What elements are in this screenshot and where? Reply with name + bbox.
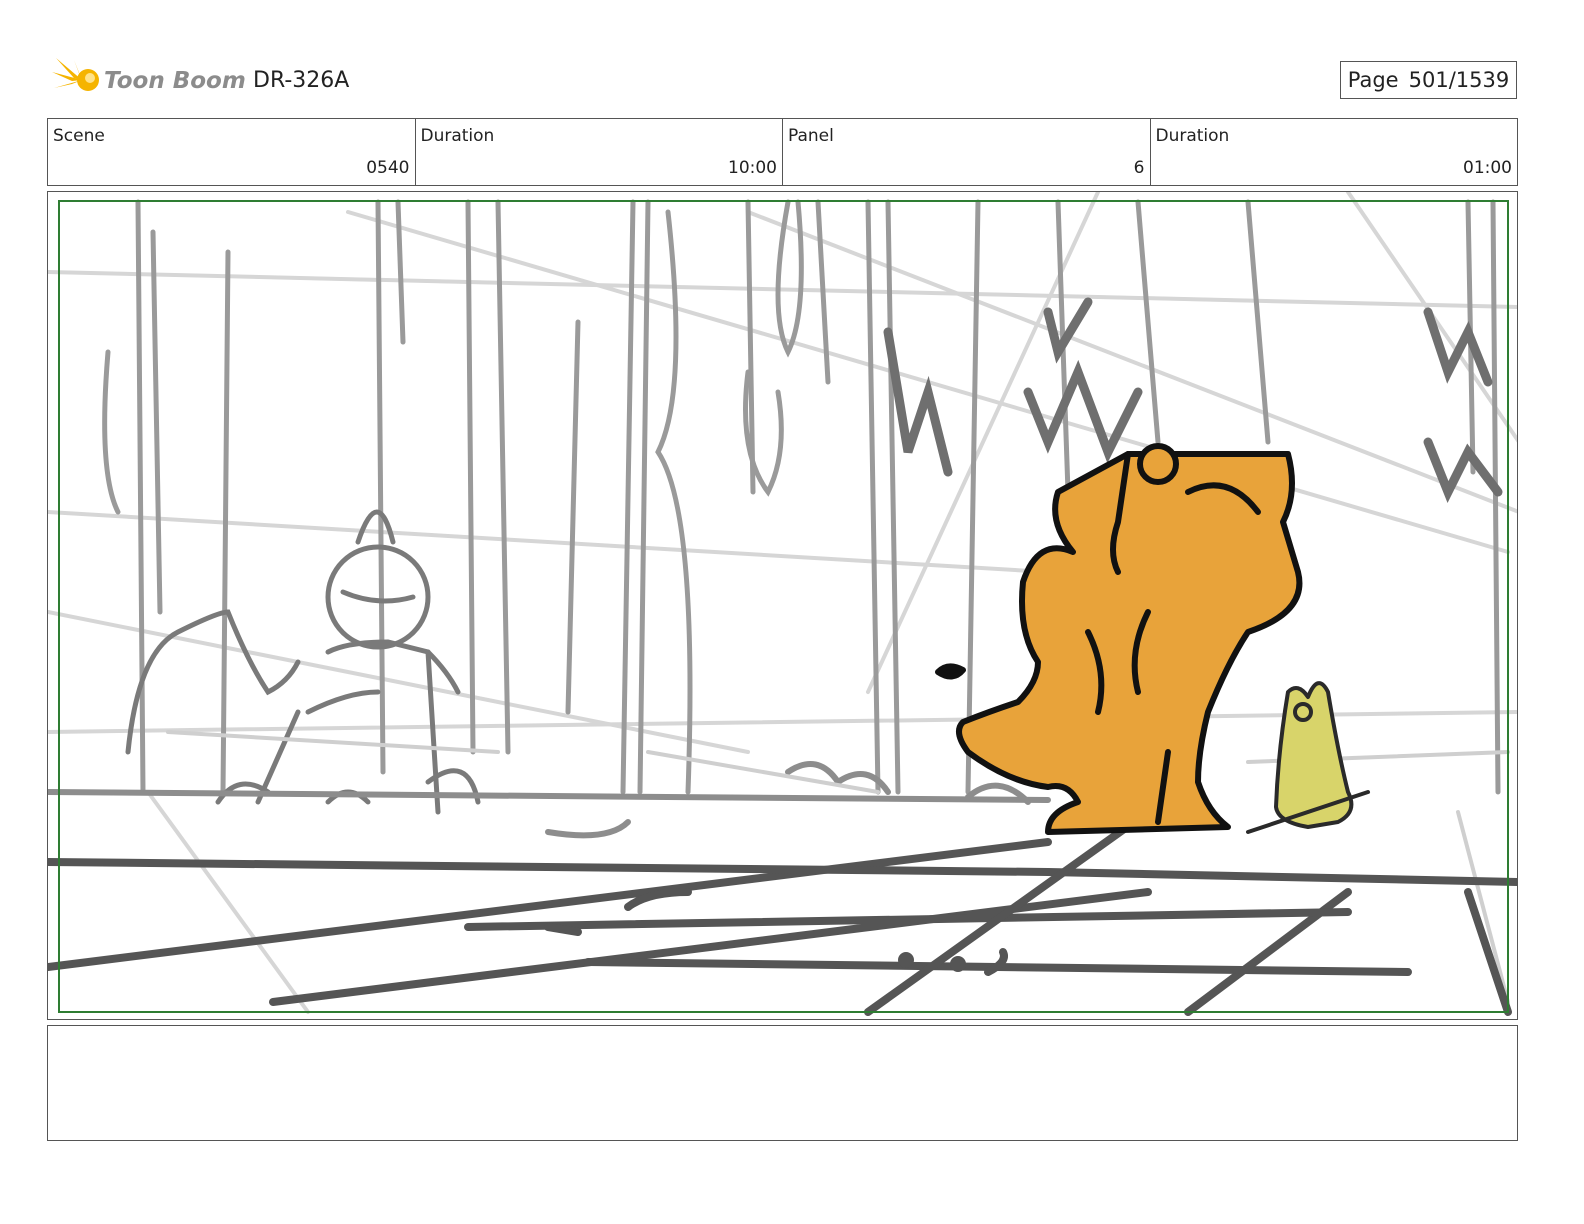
storyboard-panel [47,191,1518,1020]
panel-label: Panel [788,126,834,146]
project-code: DR-326A [253,68,350,93]
scene-info-table: Scene 0540 Duration 10:00 Panel 6 Durati… [47,118,1518,186]
scene-duration-cell: Duration 10:00 [416,119,783,185]
brand-name: Toon Boom [104,68,246,94]
scene-label: Scene [53,126,105,146]
panel-sketch [48,192,1517,1016]
panel-cell: Panel 6 [783,119,1151,185]
scene-duration-value: 10:00 [728,158,777,178]
panel-duration-cell: Duration 01:00 [1151,119,1518,185]
scene-cell: Scene 0540 [48,119,416,185]
panel-value: 6 [1133,158,1145,178]
panel-duration-label: Duration [1155,126,1230,146]
page-value: 501/1539 [1408,68,1510,92]
page-label: Page [1347,68,1399,92]
sparkle-icon [52,58,99,102]
scene-duration-label: Duration [420,126,495,146]
scene-value: 0540 [366,158,410,178]
panel-notes [47,1025,1518,1141]
toon-boom-logo: Toon Boom [52,56,246,108]
page-indicator: Page 501/1539 [1340,61,1517,99]
panel-duration-value: 01:00 [1463,158,1512,178]
